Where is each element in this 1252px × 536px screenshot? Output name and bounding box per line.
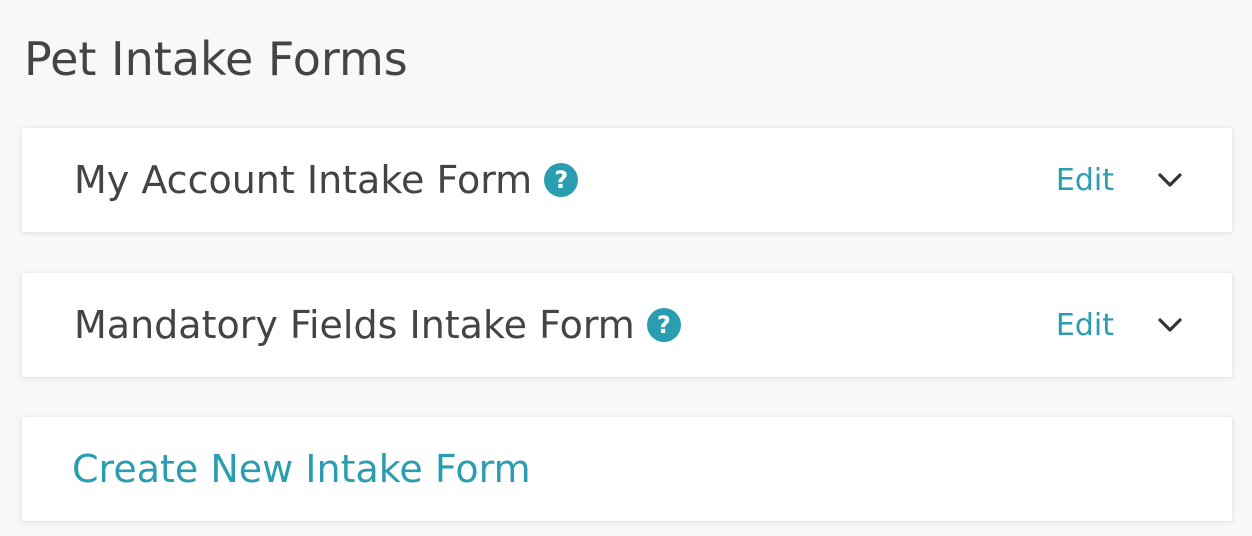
edit-link[interactable]: Edit — [1056, 128, 1114, 232]
intake-form-card-my-account: My Account Intake Form ? Edit — [22, 128, 1232, 232]
create-new-intake-form-link[interactable]: Create New Intake Form — [72, 417, 531, 521]
intake-form-card-mandatory-fields: Mandatory Fields Intake Form ? Edit — [22, 273, 1232, 377]
create-intake-form-card: Create New Intake Form — [22, 417, 1232, 521]
help-icon[interactable]: ? — [646, 308, 681, 342]
chevron-down-icon[interactable] — [1154, 164, 1186, 196]
intake-form-name: My Account Intake Form — [74, 158, 533, 202]
intake-form-title: Mandatory Fields Intake Form ? — [74, 273, 681, 377]
chevron-down-icon[interactable] — [1154, 309, 1186, 341]
page-title: Pet Intake Forms — [24, 32, 408, 86]
intake-form-name: Mandatory Fields Intake Form — [74, 303, 635, 347]
edit-link[interactable]: Edit — [1056, 273, 1114, 377]
intake-form-title: My Account Intake Form ? — [74, 128, 579, 232]
help-icon[interactable]: ? — [544, 163, 579, 197]
